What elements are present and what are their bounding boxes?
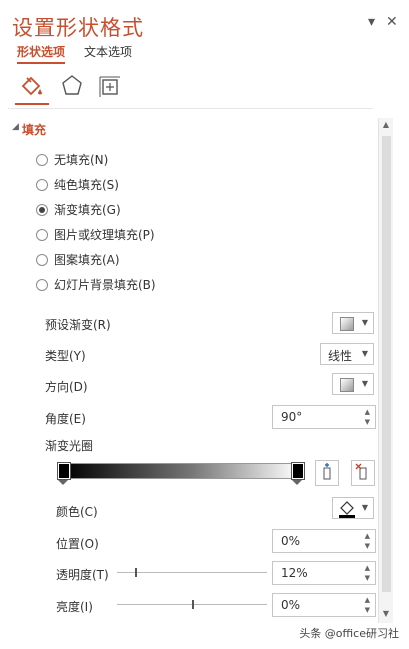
type-value: 线性 [328, 349, 353, 363]
gradient-fill-label[interactable]: 渐变填充(G) [54, 201, 121, 218]
position-label: 位置(O) [56, 537, 99, 551]
tab-shape-options[interactable]: 形状选项 [17, 43, 66, 64]
position-value[interactable]: 0% [281, 534, 300, 548]
gradient-stops-bar[interactable] [62, 463, 300, 479]
preset-gradient-label: 预设渐变(R) [45, 318, 111, 332]
fill-line-icon[interactable] [18, 72, 46, 100]
format-shape-pane: 设置形状格式 ▾ ✕ 形状选项 文本选项 ◢ 填充 无填充(N) 纯色填充(S)… [0, 0, 409, 649]
gradient-stops-label: 渐变光圈 [45, 439, 94, 453]
brightness-label: 亮度(I) [56, 600, 93, 614]
direction-swatch [340, 378, 354, 392]
radio-no-fill[interactable] [36, 154, 48, 166]
color-label: 颜色(C) [56, 505, 98, 519]
spin-down-icon[interactable]: ▼ [365, 606, 370, 614]
scrollbar-thumb[interactable] [382, 136, 391, 592]
spin-down-icon[interactable]: ▼ [365, 542, 370, 550]
spin-up-icon[interactable]: ▲ [365, 564, 370, 572]
preset-gradient-swatch [340, 317, 354, 331]
size-properties-icon[interactable] [96, 72, 124, 100]
direction-label: 方向(D) [45, 380, 88, 394]
remove-stop-icon [355, 463, 367, 480]
vertical-scrollbar[interactable]: ▲ ▼ [378, 118, 393, 623]
pane-title: 设置形状格式 [12, 16, 144, 40]
angle-spinner[interactable]: 90° ▲ ▼ [272, 405, 376, 429]
watermark-text: 头条 @office研习社 [299, 627, 399, 640]
slide-background-fill-label[interactable]: 幻灯片背景填充(B) [54, 276, 156, 293]
brightness-value[interactable]: 0% [281, 598, 300, 612]
pane-options-button[interactable]: ▾ [368, 14, 375, 30]
color-picker-button[interactable]: ▼ [332, 497, 374, 519]
remove-gradient-stop-button[interactable] [351, 460, 375, 486]
position-spinner[interactable]: 0% ▲ ▼ [272, 529, 376, 553]
type-label: 类型(Y) [45, 349, 86, 363]
radio-gradient-fill[interactable] [36, 204, 48, 216]
spin-up-icon[interactable]: ▲ [365, 408, 370, 416]
chevron-down-icon: ▼ [361, 349, 368, 358]
transparency-value[interactable]: 12% [281, 566, 308, 580]
angle-label: 角度(E) [45, 412, 86, 426]
brightness-slider-thumb[interactable] [192, 600, 194, 609]
active-category-underline [15, 103, 49, 105]
spin-up-icon[interactable]: ▲ [365, 596, 370, 604]
gradient-stop-start[interactable] [57, 462, 71, 480]
spin-up-icon[interactable]: ▲ [365, 532, 370, 540]
spin-down-icon[interactable]: ▼ [365, 574, 370, 582]
transparency-slider-thumb[interactable] [135, 568, 137, 577]
pattern-fill-label[interactable]: 图案填充(A) [54, 251, 120, 268]
add-stop-icon [323, 463, 331, 480]
no-fill-label[interactable]: 无填充(N) [54, 151, 108, 168]
section-fill-header[interactable]: 填充 [22, 121, 46, 138]
chevron-down-icon: ▼ [361, 503, 368, 512]
radio-slide-background-fill[interactable] [36, 279, 48, 291]
scroll-up-icon[interactable]: ▲ [380, 120, 392, 132]
close-button[interactable]: ✕ [386, 14, 398, 30]
scroll-down-icon[interactable]: ▼ [380, 609, 392, 621]
solid-fill-label[interactable]: 纯色填充(S) [54, 176, 119, 193]
preset-gradient-button[interactable]: ▼ [332, 312, 374, 334]
add-gradient-stop-button[interactable] [315, 460, 339, 486]
radio-solid-fill[interactable] [36, 179, 48, 191]
transparency-label: 透明度(T) [56, 568, 109, 582]
chevron-down-icon: ▼ [361, 379, 368, 388]
radio-pattern-fill[interactable] [36, 254, 48, 266]
type-select[interactable]: 线性 ▼ [320, 343, 374, 365]
radio-picture-texture-fill[interactable] [36, 229, 48, 241]
picture-texture-fill-label[interactable]: 图片或纹理填充(P) [54, 226, 155, 243]
gradient-stop-end[interactable] [291, 462, 305, 480]
brightness-spinner[interactable]: 0% ▲ ▼ [272, 593, 376, 617]
transparency-slider-track[interactable] [117, 572, 267, 573]
effects-icon[interactable] [58, 72, 86, 100]
collapse-triangle-icon[interactable]: ◢ [12, 122, 19, 132]
direction-button[interactable]: ▼ [332, 373, 374, 395]
header-divider [8, 108, 373, 109]
gradient-stop-start-pointer [58, 480, 68, 485]
transparency-spinner[interactable]: 12% ▲ ▼ [272, 561, 376, 585]
tab-text-options[interactable]: 文本选项 [84, 43, 132, 60]
spin-down-icon[interactable]: ▼ [365, 418, 370, 426]
chevron-down-icon: ▼ [361, 318, 368, 327]
angle-value[interactable]: 90° [281, 410, 302, 424]
paint-bucket-icon [339, 501, 355, 518]
gradient-stop-end-pointer [292, 480, 302, 485]
